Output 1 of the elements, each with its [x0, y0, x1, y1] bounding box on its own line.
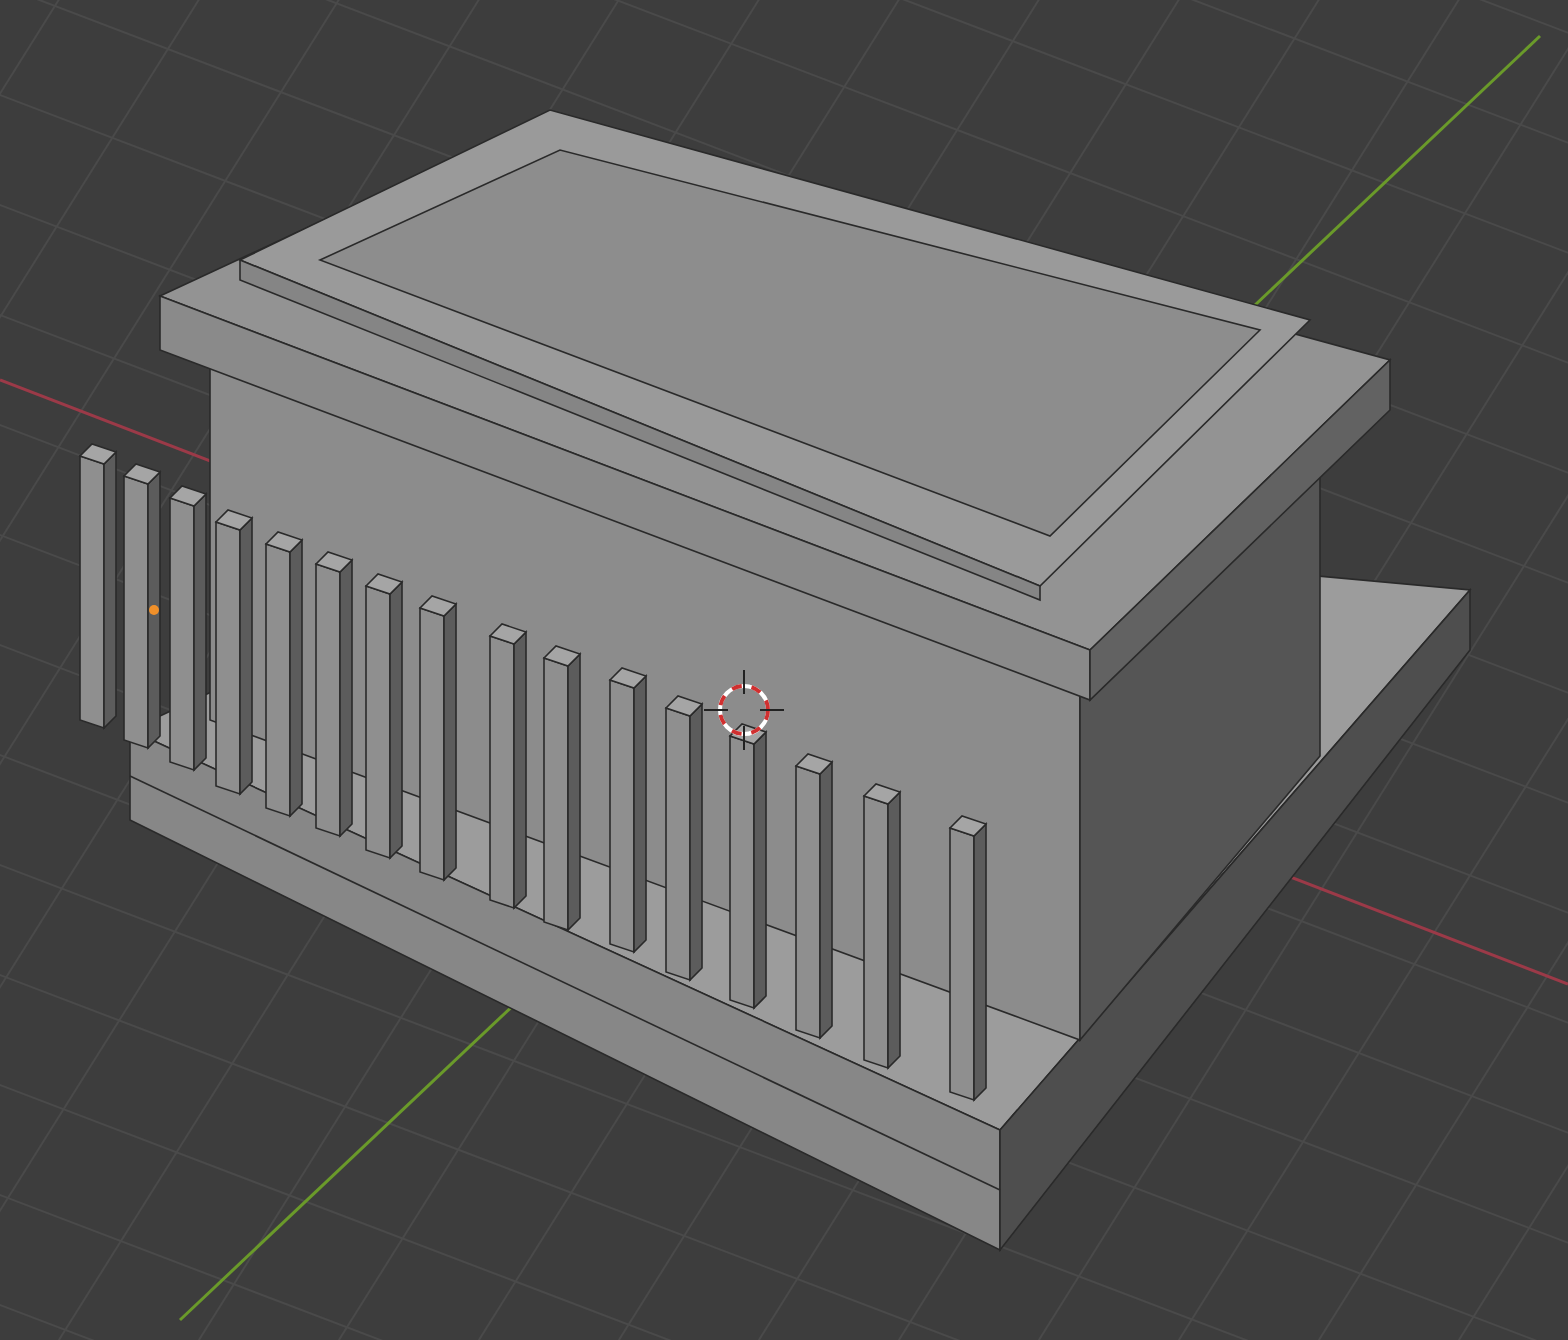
origin-dot-icon — [149, 605, 159, 615]
